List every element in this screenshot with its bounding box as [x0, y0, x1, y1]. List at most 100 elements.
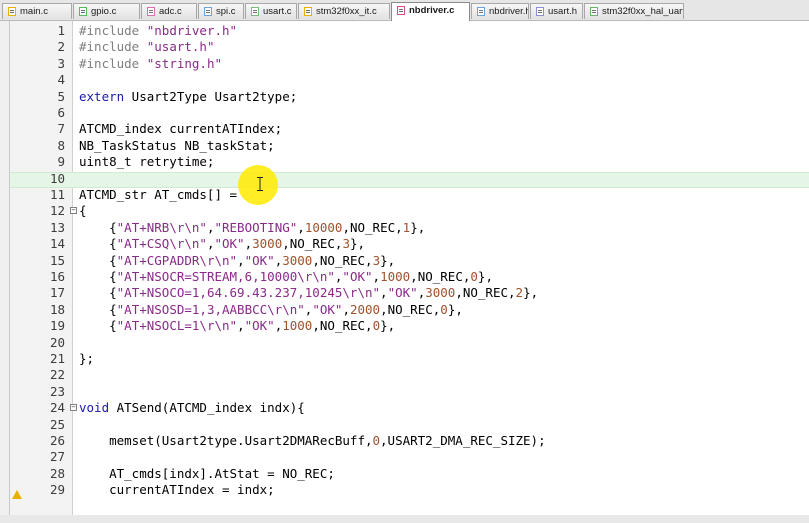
- code-text[interactable]: {"AT+NSOCO=1,64.69.43.237,10245\r\n","OK…: [79, 285, 538, 301]
- code-text[interactable]: uint8_t retrytime;: [79, 154, 214, 170]
- code-line[interactable]: 24− void ATSend(ATCMD_index indx){: [10, 400, 809, 416]
- code-line[interactable]: 12−{: [10, 203, 809, 219]
- code-line[interactable]: 9 uint8_t retrytime;: [10, 154, 809, 170]
- code-line[interactable]: 8 NB_TaskStatus NB_taskStat;: [10, 138, 809, 154]
- code-line[interactable]: 15 {"AT+CGPADDR\r\n","OK",3000,NO_REC,3}…: [10, 253, 809, 269]
- tab-label: usart.c: [263, 6, 292, 17]
- line-number: 12: [49, 203, 65, 219]
- file-icon: [536, 7, 544, 16]
- code-line[interactable]: 10: [10, 171, 809, 187]
- fold-toggle-icon[interactable]: −: [70, 207, 77, 215]
- tab-adc-c[interactable]: adc.c: [141, 3, 197, 19]
- code-line[interactable]: 5 extern Usart2Type Usart2type;: [10, 89, 809, 105]
- line-number: 20: [49, 334, 65, 350]
- code-text[interactable]: extern Usart2Type Usart2type;: [79, 89, 297, 105]
- tab-nbdriver-h[interactable]: nbdriver.h: [471, 3, 529, 19]
- line-number: 17: [49, 285, 65, 301]
- line-number: 26: [49, 433, 65, 448]
- line-number: 27: [49, 449, 65, 465]
- tab-main-c[interactable]: main.c: [2, 3, 72, 19]
- code-line[interactable]: 20: [10, 335, 809, 351]
- code-line[interactable]: 28 AT_cmds[indx].AtStat = NO_REC;: [10, 466, 809, 482]
- code-text[interactable]: {"AT+CSQ\r\n","OK",3000,NO_REC,3},: [79, 236, 365, 252]
- line-number: 2: [57, 39, 65, 55]
- code-line[interactable]: 13 {"AT+NRB\r\n","REBOOTING",10000,NO_RE…: [10, 220, 809, 236]
- line-number: 15: [49, 252, 65, 268]
- tab-usart-h[interactable]: usart.h: [530, 3, 583, 19]
- code-text[interactable]: currentATIndex = indx;: [79, 482, 275, 498]
- line-number: 24: [49, 400, 65, 416]
- code-text[interactable]: {"AT+NRB\r\n","REBOOTING",10000,NO_REC,1…: [79, 220, 425, 236]
- code-text[interactable]: AT_cmds[indx].AtStat = NO_REC;: [79, 466, 335, 482]
- tab-stm32f0xx-it-c[interactable]: stm32f0xx_it.c: [298, 3, 390, 19]
- tab-label: main.c: [20, 6, 48, 17]
- code-line[interactable]: 4: [10, 72, 809, 88]
- line-number: 10: [49, 170, 65, 186]
- code-editor[interactable]: 1 #include "nbdriver.h" 2 #include "usart.h…: [9, 21, 809, 521]
- line-number: 6: [57, 105, 65, 120]
- code-text[interactable]: {"AT+NSOSD=1,3,AABBCC\r\n","OK",2000,NO_…: [79, 302, 463, 318]
- line-number: 8: [57, 137, 65, 153]
- code-line[interactable]: 1 #include "nbdriver.h": [10, 23, 809, 39]
- editor-tab-bar: main.c gpio.c adc.c spi.c usart.c stm32f0xx_i…: [0, 0, 809, 21]
- code-text[interactable]: #include "nbdriver.h": [79, 23, 237, 39]
- code-line[interactable]: 14 {"AT+CSQ\r\n","OK",3000,NO_REC,3},: [10, 236, 809, 252]
- code-line[interactable]: 2 #include "usart.h": [10, 39, 809, 55]
- line-number: 1: [57, 23, 65, 38]
- line-number: 23: [49, 383, 65, 399]
- code-line[interactable]: 25: [10, 417, 809, 433]
- code-line[interactable]: 21};: [10, 351, 809, 367]
- tab-stm32f0xx-hal-uart-c[interactable]: stm32f0xx_hal_uart.c: [584, 3, 684, 19]
- code-line[interactable]: 26 memset(Usart2type.Usart2DMARecBuff,0,…: [10, 433, 809, 449]
- tab-spi-c[interactable]: spi.c: [198, 3, 244, 19]
- code-text[interactable]: NB_TaskStatus NB_taskStat;: [79, 138, 275, 154]
- tab-gpio-c[interactable]: gpio.c: [73, 3, 140, 19]
- line-number: 19: [49, 318, 65, 334]
- code-line[interactable]: 3 #include "string.h": [10, 56, 809, 72]
- code-line[interactable]: 16 {"AT+NSOCR=STREAM,6,10000\r\n","OK",1…: [10, 269, 809, 285]
- fold-toggle-icon[interactable]: −: [70, 404, 77, 412]
- code-text[interactable]: ATCMD_str AT_cmds[] =: [79, 187, 237, 203]
- code-line[interactable]: 6: [10, 105, 809, 121]
- code-text[interactable]: ATCMD_index currentATIndex;: [79, 121, 282, 137]
- file-icon: [397, 6, 405, 15]
- line-number: 14: [49, 236, 65, 252]
- code-line[interactable]: 7 ATCMD_index currentATIndex;: [10, 121, 809, 137]
- tab-nbdriver-c[interactable]: nbdriver.c: [391, 2, 470, 21]
- file-icon: [590, 7, 598, 16]
- code-text[interactable]: {"AT+CGPADDR\r\n","OK",3000,NO_REC,3},: [79, 253, 395, 269]
- code-line[interactable]: 19 {"AT+NSOCL=1\r\n","OK",1000,NO_REC,0}…: [10, 318, 809, 334]
- line-number: 11: [49, 187, 65, 202]
- file-icon: [79, 7, 87, 16]
- code-text[interactable]: };: [79, 351, 94, 367]
- line-number: 7: [57, 121, 65, 137]
- horizontal-scrollbar[interactable]: [0, 515, 809, 523]
- line-number: 25: [49, 416, 65, 432]
- tab-label: stm32f0xx_it.c: [316, 6, 377, 17]
- code-line[interactable]: 22: [10, 367, 809, 383]
- code-line[interactable]: 29 currentATIndex = indx;: [10, 482, 809, 498]
- code-text[interactable]: #include "usart.h": [79, 39, 214, 55]
- line-number: 5: [57, 88, 65, 104]
- file-icon: [477, 7, 485, 16]
- code-line[interactable]: 11 ATCMD_str AT_cmds[] =: [10, 187, 809, 203]
- code-line[interactable]: 17 {"AT+NSOCO=1,64.69.43.237,10245\r\n",…: [10, 285, 809, 301]
- code-text[interactable]: {"AT+NSOCL=1\r\n","OK",1000,NO_REC,0},: [79, 318, 395, 334]
- code-text[interactable]: {"AT+NSOCR=STREAM,6,10000\r\n","OK",1000…: [79, 269, 493, 285]
- warning-icon[interactable]: [12, 490, 22, 499]
- file-icon: [204, 7, 212, 16]
- tab-label: adc.c: [159, 6, 182, 17]
- code-line[interactable]: 27: [10, 449, 809, 465]
- tab-label: gpio.c: [91, 6, 117, 17]
- code-line[interactable]: 18 {"AT+NSOSD=1,3,AABBCC\r\n","OK",2000,…: [10, 302, 809, 318]
- code-line[interactable]: 23: [10, 384, 809, 400]
- code-text[interactable]: #include "string.h": [79, 56, 222, 72]
- tab-usart-c[interactable]: usart.c: [245, 3, 297, 19]
- tab-label: usart.h: [548, 6, 578, 17]
- line-number: 4: [57, 72, 65, 88]
- code-text[interactable]: {: [79, 203, 87, 219]
- code-text[interactable]: memset(Usart2type.Usart2DMARecBuff,0,USA…: [79, 433, 546, 449]
- file-icon: [8, 7, 16, 16]
- line-number: 9: [57, 154, 65, 170]
- code-text[interactable]: void ATSend(ATCMD_index indx){: [79, 400, 305, 416]
